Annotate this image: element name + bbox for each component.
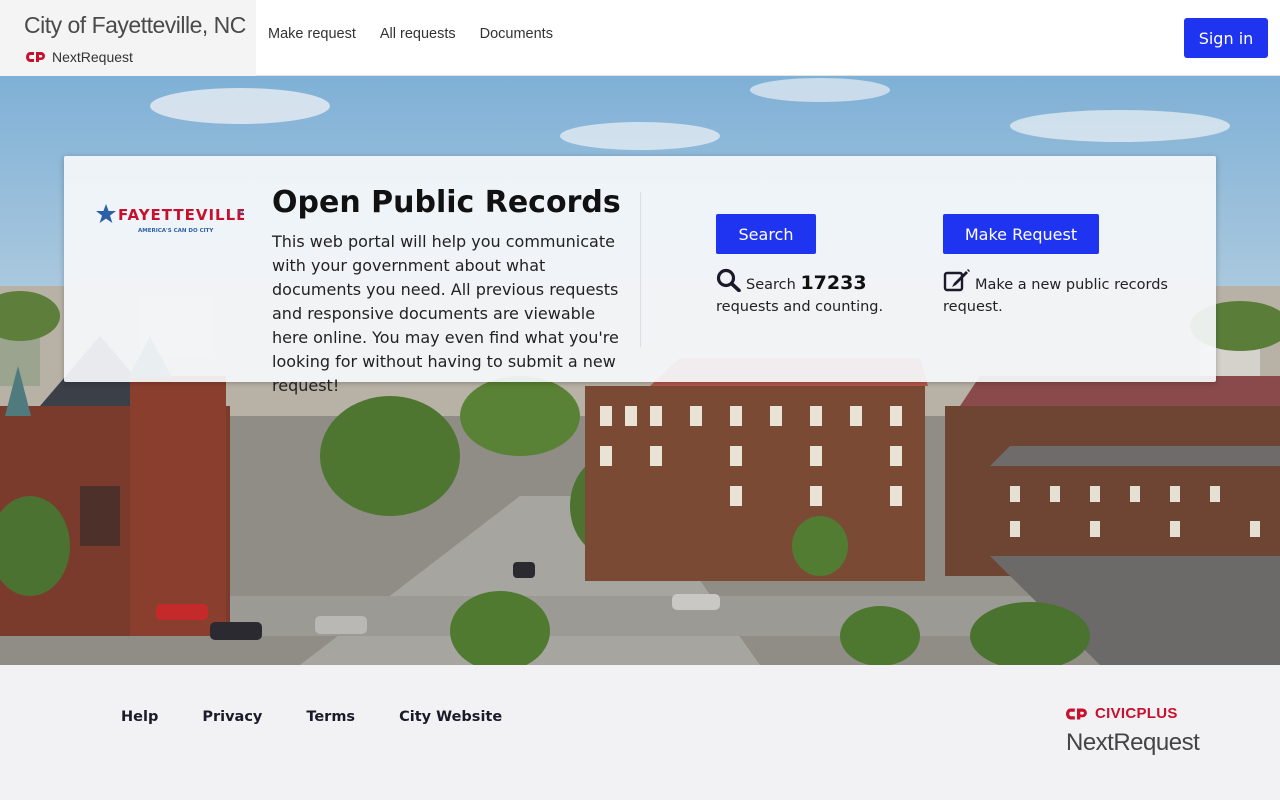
civicplus-wordmark: CIVICPLUS	[1095, 705, 1178, 722]
request-count: 17233	[800, 272, 867, 294]
nextrequest-brand: NextRequest	[26, 49, 133, 65]
records-panel: FAYETTEVILLE NC AMERICA'S CAN DO CITY Op…	[64, 156, 1216, 395]
nextrequest-wordmark: NextRequest	[1066, 729, 1200, 756]
brand-block[interactable]: City of Fayetteville, NC NextRequest	[0, 0, 256, 76]
cp-logo-icon	[26, 52, 45, 62]
search-button[interactable]: Search	[716, 214, 816, 254]
search-info: Search 17233 requests and counting.	[716, 268, 916, 318]
sign-in-button[interactable]: Sign in	[1184, 18, 1268, 58]
search-suffix: requests and counting.	[716, 299, 884, 315]
edit-icon	[943, 269, 970, 292]
make-request-text: Make a new public records request.	[943, 277, 1168, 315]
footer-link-privacy[interactable]: Privacy	[202, 709, 262, 725]
page-title: Open Public Records	[272, 185, 621, 220]
fayetteville-logo: FAYETTEVILLE NC AMERICA'S CAN DO CITY	[96, 204, 244, 234]
nav-documents[interactable]: Documents	[480, 26, 553, 42]
search-prefix: Search	[746, 277, 796, 293]
footer: Help Privacy Terms City Website CIVICPLU…	[0, 665, 1280, 800]
footer-link-help[interactable]: Help	[121, 709, 158, 725]
footer-links: Help Privacy Terms City Website	[121, 709, 546, 725]
nav-make-request[interactable]: Make request	[268, 26, 356, 42]
make-request-button[interactable]: Make Request	[943, 214, 1099, 254]
logo-wordmark: FAYETTEVILLE	[118, 206, 244, 224]
make-request-info: Make a new public records request.	[943, 268, 1173, 318]
search-icon	[716, 268, 741, 293]
logo-suffix: NC	[238, 210, 244, 216]
logo-tagline: AMERICA'S CAN DO CITY	[138, 228, 214, 234]
footer-link-city-website[interactable]: City Website	[399, 709, 502, 725]
site-title[interactable]: City of Fayetteville, NC	[24, 12, 246, 39]
portal-description: This web portal will help you communicat…	[272, 232, 619, 395]
footer-link-terms[interactable]: Terms	[306, 709, 355, 725]
brand-sub-label: NextRequest	[52, 49, 133, 65]
nav-all-requests[interactable]: All requests	[380, 26, 456, 42]
top-header: City of Fayetteville, NC NextRequest Mak…	[0, 0, 1280, 76]
fayetteville-star-icon	[96, 204, 116, 223]
hero-section: FAYETTEVILLE NC AMERICA'S CAN DO CITY Op…	[0, 76, 1280, 665]
civicplus-logo: CIVICPLUS	[1066, 705, 1178, 722]
panel-divider	[640, 192, 641, 347]
cp-logo-icon	[1066, 708, 1087, 719]
main-nav: Make request All requests Documents	[268, 26, 553, 42]
